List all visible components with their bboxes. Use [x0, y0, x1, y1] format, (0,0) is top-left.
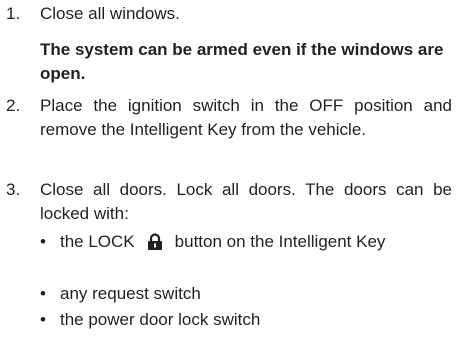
bullet-marker: • — [40, 284, 46, 303]
bullet-item-lock-button: • the LOCK button on the Intelligent Key — [40, 230, 452, 254]
note-bold: The system can be armed even if the wind… — [40, 40, 444, 83]
step-text: Place the ignition switch in the OFF pos… — [40, 96, 452, 139]
step-3: 3. Close all doors. Lock all doors. The … — [0, 178, 457, 226]
step-number: 1. — [6, 4, 21, 23]
step-number: 2. — [6, 96, 21, 115]
step-text: Close all windows. — [40, 4, 180, 23]
step-number: 3. — [6, 180, 21, 199]
lock-icon — [147, 233, 163, 250]
bullet-item-power-door-lock: • the power door lock switch — [40, 308, 452, 332]
bullet-text: any request switch — [60, 284, 201, 303]
bullet-text-after: button on the Intelligent Key — [174, 232, 386, 251]
step-2: 2. Place the ignition switch in the OFF … — [0, 94, 457, 166]
instruction-document: 1. Close all windows. The system can be … — [0, 0, 457, 338]
step-1: 1. Close all windows. — [0, 2, 457, 26]
bullet-text-before: the LOCK — [60, 232, 135, 251]
bullet-marker: • — [40, 232, 46, 251]
bullet-marker: • — [40, 310, 46, 329]
bullet-item-request-switch: • any request switch — [40, 282, 452, 306]
bullet-text: the power door lock switch — [60, 310, 261, 329]
step-text: Close all doors. Lock all doors. The doo… — [40, 180, 452, 223]
